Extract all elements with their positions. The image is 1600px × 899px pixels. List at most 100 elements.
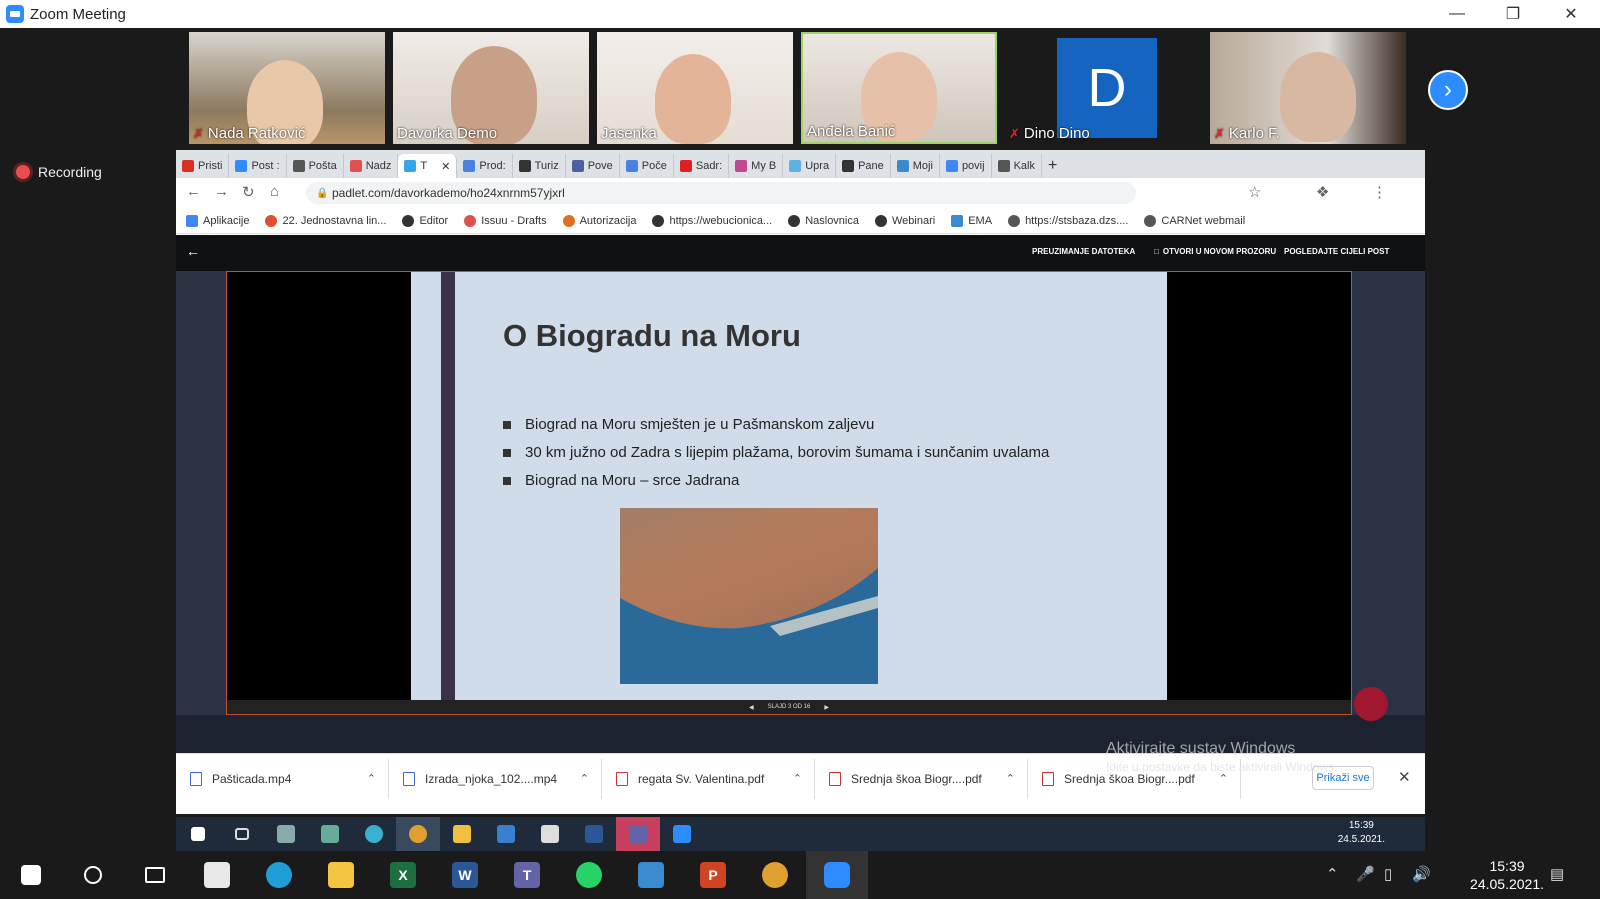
participant-tile[interactable]: D ✗ Dino Dino bbox=[1005, 32, 1201, 144]
participant-tile[interactable]: Jasenka bbox=[597, 32, 793, 144]
browser-tab[interactable]: Turiz bbox=[513, 154, 566, 178]
start-icon[interactable] bbox=[176, 817, 220, 851]
home-icon[interactable]: ⌂ bbox=[270, 183, 279, 200]
task-view-icon[interactable] bbox=[220, 817, 264, 851]
zoom-icon[interactable] bbox=[806, 851, 868, 899]
start-button[interactable] bbox=[0, 851, 62, 899]
bookmark-item[interactable]: Webinari bbox=[875, 214, 935, 227]
slide-navigation-bar[interactable]: ◀ SLAJD 3 OD 16 ▶ bbox=[227, 700, 1351, 714]
bookmark-item[interactable]: Issuu - Drafts bbox=[464, 214, 547, 227]
participant-tile-active-speaker[interactable]: Anđela Banić bbox=[801, 32, 997, 144]
browser-tab[interactable]: povij bbox=[940, 154, 992, 178]
url-input[interactable]: 🔒 padlet.com/davorkademo/ho24xnrnm57yjxr… bbox=[306, 182, 1136, 204]
bookmark-item[interactable]: https://webucionica... bbox=[652, 214, 772, 227]
participant-tile[interactable]: ✗ Karlo F. bbox=[1210, 32, 1406, 144]
mail-icon[interactable] bbox=[484, 817, 528, 851]
browser-tab[interactable]: Kalk bbox=[992, 154, 1042, 178]
reload-icon[interactable]: ↻ bbox=[242, 183, 255, 201]
participant-name: Karlo F. bbox=[1228, 125, 1280, 142]
store-icon[interactable] bbox=[186, 851, 248, 899]
browser-tab[interactable]: Nadz bbox=[344, 154, 399, 178]
star-icon[interactable]: ☆ bbox=[1248, 183, 1261, 201]
prev-slide-icon[interactable]: ◀ bbox=[749, 704, 754, 711]
bookmark-item[interactable]: https://stsbaza.dzs.... bbox=[1008, 214, 1128, 227]
search-icon[interactable] bbox=[62, 851, 124, 899]
tray-chevron-up-icon[interactable]: ⌃ bbox=[1326, 865, 1339, 883]
store-icon[interactable] bbox=[528, 817, 572, 851]
menu-dots-icon[interactable]: ⋮ bbox=[1372, 183, 1387, 201]
browser-tab[interactable]: Pošta bbox=[287, 154, 344, 178]
chevron-up-icon[interactable]: ⌃ bbox=[367, 772, 376, 785]
edge-icon[interactable] bbox=[352, 817, 396, 851]
teams-icon[interactable] bbox=[616, 817, 660, 851]
download-item[interactable]: regata Sv. Valentina.pdf ⌃ bbox=[602, 758, 815, 799]
chrome-icon[interactable] bbox=[744, 851, 806, 899]
bookmark-item[interactable]: Aplikacije bbox=[186, 214, 249, 227]
browser-tab[interactable]: Prod: bbox=[457, 154, 513, 178]
calculator-icon[interactable] bbox=[264, 817, 308, 851]
notifications-icon[interactable]: ▤ bbox=[1550, 865, 1564, 883]
browser-tab[interactable]: Moji bbox=[891, 154, 940, 178]
download-file-button[interactable]: PREUZIMANJE DATOTEKA bbox=[1032, 247, 1135, 256]
back-icon[interactable]: ← bbox=[186, 183, 201, 200]
chevron-up-icon[interactable]: ⌃ bbox=[1006, 772, 1015, 785]
restore-icon[interactable]: ❐ bbox=[1490, 0, 1536, 28]
edge-icon[interactable] bbox=[248, 851, 310, 899]
browser-tab[interactable]: Post : bbox=[229, 154, 287, 178]
bookmark-item[interactable]: Editor bbox=[402, 214, 448, 227]
remote-clock[interactable]: 15:39 24.5.2021. bbox=[1338, 819, 1385, 847]
new-tab-plus-icon[interactable]: + bbox=[1042, 154, 1063, 178]
bookmark-item[interactable]: EMA bbox=[951, 214, 992, 227]
bookmark-item[interactable]: Naslovnica bbox=[788, 214, 859, 227]
browser-tab[interactable]: Upra bbox=[783, 154, 837, 178]
download-item[interactable]: Srednja škoa Biogr....pdf ⌃ bbox=[815, 758, 1028, 799]
extensions-icon[interactable]: ❖ bbox=[1316, 183, 1329, 201]
zoom-icon[interactable] bbox=[660, 817, 704, 851]
bookmark-item[interactable]: Autorizacija bbox=[562, 214, 636, 227]
photos-icon[interactable] bbox=[620, 851, 682, 899]
recording-indicator[interactable]: Recording bbox=[16, 164, 102, 180]
task-view-icon[interactable] bbox=[124, 851, 186, 899]
file-explorer-icon[interactable] bbox=[310, 851, 372, 899]
app-icon[interactable] bbox=[308, 817, 352, 851]
microphone-icon[interactable]: 🎤 bbox=[1356, 865, 1375, 883]
excel-icon[interactable]: X bbox=[372, 851, 434, 899]
forward-icon[interactable]: → bbox=[214, 183, 229, 200]
close-downloads-icon[interactable]: ✕ bbox=[1398, 768, 1411, 786]
word-icon[interactable] bbox=[572, 817, 616, 851]
participant-tile[interactable]: ✗ Nada Ratković bbox=[189, 32, 385, 144]
video-file-icon bbox=[190, 771, 202, 786]
battery-icon[interactable]: ▯ bbox=[1384, 865, 1392, 883]
view-full-post-button[interactable]: POGLEDAJTE CIJELI POST bbox=[1284, 247, 1389, 256]
open-new-window-button[interactable]: □ OTVORI U NOVOM PROZORU bbox=[1154, 247, 1276, 256]
tab-close-icon[interactable]: ✕ bbox=[441, 160, 450, 173]
chevron-up-icon[interactable]: ⌃ bbox=[793, 772, 802, 785]
minimize-icon[interactable]: — bbox=[1434, 0, 1480, 28]
next-page-arrow-icon[interactable]: › bbox=[1428, 70, 1468, 110]
word-icon[interactable]: W bbox=[434, 851, 496, 899]
browser-tab-active[interactable]: T ✕ bbox=[398, 154, 458, 178]
browser-tab[interactable]: Pane bbox=[836, 154, 891, 178]
browser-tab[interactable]: Poče bbox=[620, 154, 674, 178]
whatsapp-icon[interactable] bbox=[558, 851, 620, 899]
bookmark-item[interactable]: CARNet webmail bbox=[1144, 214, 1245, 227]
participant-tile[interactable]: Davorka Demo bbox=[393, 32, 589, 144]
close-icon[interactable]: ✕ bbox=[1548, 0, 1594, 28]
browser-tab[interactable]: Pove bbox=[566, 154, 620, 178]
next-slide-icon[interactable]: ▶ bbox=[824, 704, 829, 711]
chevron-up-icon[interactable]: ⌃ bbox=[580, 772, 589, 785]
browser-tab[interactable]: Pristi bbox=[176, 154, 230, 178]
download-item[interactable]: Pašticada.mp4 ⌃ bbox=[176, 758, 389, 799]
download-item[interactable]: Izrada_njoka_102....mp4 ⌃ bbox=[389, 758, 602, 799]
system-clock[interactable]: 15:39 24.05.2021. bbox=[1470, 857, 1544, 893]
file-explorer-icon[interactable] bbox=[440, 817, 484, 851]
back-arrow-icon[interactable]: ← bbox=[186, 243, 200, 259]
bookmark-item[interactable]: 22. Jednostavna lin... bbox=[265, 214, 386, 227]
browser-tab[interactable]: Sadr: bbox=[674, 154, 730, 178]
browser-tab[interactable]: My B bbox=[729, 154, 784, 178]
chrome-icon[interactable] bbox=[396, 817, 440, 851]
volume-icon[interactable]: 🔊 bbox=[1412, 865, 1431, 883]
powerpoint-icon[interactable]: P bbox=[682, 851, 744, 899]
mic-muted-icon: ✗ bbox=[1214, 125, 1225, 141]
teams-icon[interactable]: T bbox=[496, 851, 558, 899]
